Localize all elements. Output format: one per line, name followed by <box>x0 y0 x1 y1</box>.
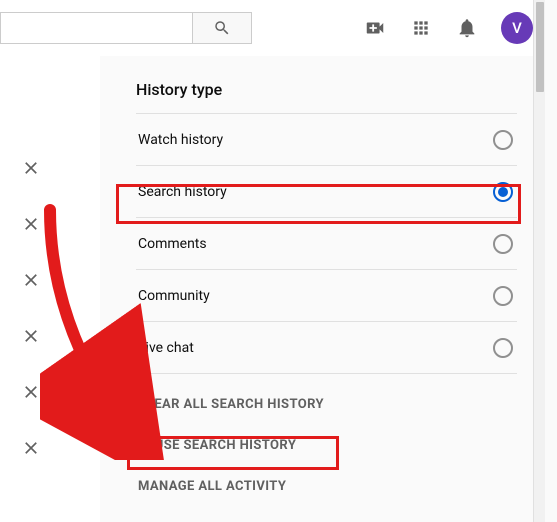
history-item-remove <box>0 420 100 476</box>
scrollbar-thumb[interactable] <box>536 2 544 92</box>
notifications-button[interactable] <box>455 16 479 40</box>
search-icon <box>213 19 231 37</box>
account-avatar[interactable]: V <box>501 12 533 44</box>
close-icon[interactable] <box>22 271 40 289</box>
radio-icon <box>493 338 513 358</box>
radio-icon <box>493 130 513 150</box>
option-label: Live chat <box>138 340 194 356</box>
manage-all-activity-link[interactable]: MANAGE ALL ACTIVITY <box>136 466 517 507</box>
close-icon[interactable] <box>22 327 40 345</box>
close-icon[interactable] <box>22 383 40 401</box>
option-label: Search history <box>138 184 227 200</box>
history-items-column <box>0 56 100 522</box>
history-item-remove <box>0 308 100 364</box>
search-box <box>0 12 252 44</box>
topbar-right-icons: V <box>363 0 533 56</box>
history-item-remove <box>0 252 100 308</box>
close-icon[interactable] <box>22 215 40 233</box>
search-button[interactable] <box>192 12 252 44</box>
option-label: Comments <box>138 236 207 252</box>
history-item-remove <box>0 140 100 196</box>
history-type-panel: History type Watch history Search histor… <box>100 56 545 507</box>
top-bar: V <box>0 0 545 56</box>
option-search-history[interactable]: Search history <box>136 166 517 218</box>
history-item-remove <box>0 196 100 252</box>
pause-search-history-link[interactable]: PAUSE SEARCH HISTORY <box>136 425 517 466</box>
option-label: Community <box>138 288 210 304</box>
option-comments[interactable]: Comments <box>136 218 517 270</box>
clear-all-search-history-link[interactable]: CLEAR ALL SEARCH HISTORY <box>136 384 517 425</box>
create-video-icon <box>364 17 386 39</box>
create-button[interactable] <box>363 16 387 40</box>
apps-grid-icon <box>411 18 431 38</box>
apps-button[interactable] <box>409 16 433 40</box>
option-community[interactable]: Community <box>136 270 517 322</box>
radio-icon-selected <box>493 182 513 202</box>
bell-icon <box>456 17 478 39</box>
history-item-remove <box>0 364 100 420</box>
radio-icon <box>493 286 513 306</box>
option-live-chat[interactable]: Live chat <box>136 322 517 374</box>
panel-title: History type <box>136 80 517 114</box>
radio-icon <box>493 234 513 254</box>
close-icon[interactable] <box>22 159 40 177</box>
close-icon[interactable] <box>22 439 40 457</box>
option-watch-history[interactable]: Watch history <box>136 114 517 166</box>
search-input[interactable] <box>0 12 192 44</box>
vertical-scrollbar[interactable] <box>533 0 545 522</box>
option-label: Watch history <box>138 132 223 148</box>
avatar-initial: V <box>512 19 522 37</box>
